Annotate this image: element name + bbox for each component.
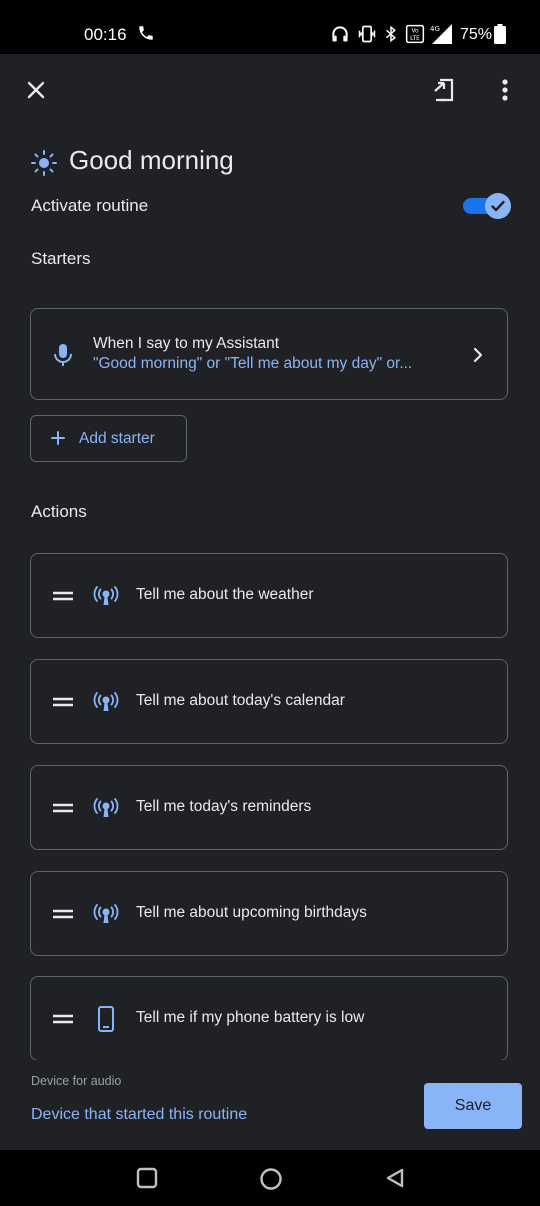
- action-item[interactable]: Tell me today's reminders: [30, 765, 508, 850]
- battery-icon: [494, 24, 506, 44]
- check-icon: [491, 200, 505, 212]
- add-starter-button[interactable]: Add starter: [30, 415, 187, 462]
- sun-icon: [31, 150, 57, 176]
- starters-heading: Starters: [31, 249, 91, 268]
- add-starter-label: Add starter: [79, 430, 155, 447]
- action-label: Tell me today's reminders: [136, 798, 312, 815]
- routine-title[interactable]: Good morning: [69, 145, 234, 176]
- action-item[interactable]: Tell me about the weather: [30, 553, 508, 638]
- action-label: Tell me about today's calendar: [136, 692, 345, 709]
- battery-percent: 75%: [460, 26, 493, 43]
- svg-text:4G: 4G: [430, 25, 440, 33]
- drag-handle-icon[interactable]: [53, 697, 73, 707]
- bottom-panel: Device for audio Device that started thi…: [0, 1060, 540, 1150]
- assistant-broadcast-icon: [93, 904, 119, 923]
- volte-icon: Vo LTE: [405, 24, 425, 44]
- signal-4g-icon: 4G: [430, 24, 452, 44]
- activate-routine-label: Activate routine: [31, 196, 149, 215]
- vibrate-icon: [358, 25, 376, 43]
- assistant-broadcast-icon: [93, 586, 119, 605]
- back-icon[interactable]: [384, 1167, 406, 1189]
- phone-icon: [98, 1006, 114, 1032]
- more-vert-icon[interactable]: [498, 78, 512, 102]
- headphones-icon: [332, 26, 348, 42]
- phone-call-icon: [139, 26, 153, 40]
- chevron-right-icon: [473, 347, 483, 363]
- drag-handle-icon[interactable]: [53, 909, 73, 919]
- action-label: Tell me about upcoming birthdays: [136, 904, 367, 921]
- actions-list[interactable]: Tell me about the weather Tell me about …: [0, 540, 540, 1060]
- status-bar: 00:16 Vo LTE 4G 75%: [0, 0, 540, 54]
- bluetooth-icon: [385, 25, 396, 43]
- svg-text:LTE: LTE: [410, 36, 420, 42]
- actions-heading: Actions: [31, 502, 87, 521]
- drag-handle-icon[interactable]: [53, 591, 73, 601]
- recents-icon[interactable]: [136, 1167, 158, 1189]
- device-for-audio-select[interactable]: Device that started this routine: [31, 1106, 247, 1124]
- mic-icon: [54, 344, 72, 366]
- starter-card[interactable]: When I say to my Assistant "Good morning…: [30, 308, 508, 400]
- action-label: Tell me about the weather: [136, 586, 314, 603]
- starter-subtitle: "Good morning" or "Tell me about my day"…: [93, 355, 413, 372]
- drag-handle-icon[interactable]: [53, 803, 73, 813]
- assistant-broadcast-icon: [93, 798, 119, 817]
- close-icon[interactable]: [24, 78, 48, 102]
- starter-title: When I say to my Assistant: [93, 335, 280, 352]
- app-bar: [0, 54, 540, 124]
- action-label: Tell me if my phone battery is low: [136, 1009, 365, 1026]
- add-shortcut-icon[interactable]: [432, 77, 456, 103]
- status-time: 00:16: [84, 25, 127, 44]
- plus-icon: [51, 431, 65, 445]
- device-for-audio-label: Device for audio: [31, 1074, 122, 1088]
- assistant-broadcast-icon: [93, 692, 119, 711]
- home-icon[interactable]: [259, 1167, 283, 1191]
- svg-text:Vo: Vo: [411, 28, 419, 34]
- drag-handle-icon[interactable]: [53, 1014, 73, 1024]
- activate-routine-toggle[interactable]: [463, 193, 511, 219]
- action-item[interactable]: Tell me about upcoming birthdays: [30, 871, 508, 956]
- system-nav-bar: [0, 1150, 540, 1206]
- action-item[interactable]: Tell me about today's calendar: [30, 659, 508, 744]
- save-button[interactable]: Save: [424, 1083, 522, 1129]
- toggle-thumb: [485, 193, 511, 219]
- action-item[interactable]: Tell me if my phone battery is low: [30, 976, 508, 1060]
